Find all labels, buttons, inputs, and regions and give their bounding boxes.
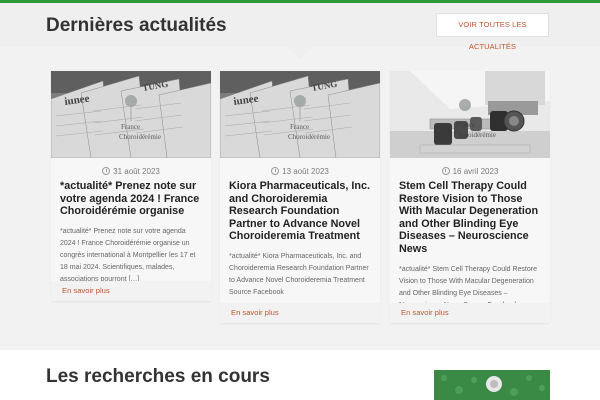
svg-text:Choroidérémie: Choroidérémie bbox=[288, 133, 330, 141]
article-date-text: 16 avril 2023 bbox=[452, 167, 499, 176]
clock-icon bbox=[441, 167, 450, 175]
news-header: Dernières actualités VOIR TOUTES LES ACT… bbox=[0, 3, 600, 51]
card-body: 13 août 2023 Kiora Pharmaceuticals, Inc.… bbox=[220, 158, 380, 303]
article-excerpt: *actualité* Kiora Pharmaceuticals, Inc. … bbox=[229, 252, 369, 297]
article-title[interactable]: Kiora Pharmaceuticals, Inc. and Choroide… bbox=[229, 180, 371, 243]
svg-text:France: France bbox=[456, 121, 475, 129]
news-section: Dernières actualités VOIR TOUTES LES ACT… bbox=[0, 3, 600, 350]
research-section-title: Les recherches en cours bbox=[46, 366, 270, 387]
card-body: 16 avril 2023 Stem Cell Therapy Could Re… bbox=[390, 158, 550, 309]
microscope-image[interactable]: France Choroidérémie bbox=[390, 71, 550, 158]
article-date-text: 31 août 2023 bbox=[113, 167, 160, 176]
newspapers-image[interactable]: iunee TUNG France Choroidérémie bbox=[220, 71, 380, 158]
svg-text:Choroidérémie: Choroidérémie bbox=[119, 133, 161, 141]
header-pointer bbox=[287, 47, 313, 59]
research-section: Les recherches en cours bbox=[0, 350, 600, 400]
svg-text:Choroidérémie: Choroidérémie bbox=[454, 131, 496, 139]
read-more-link[interactable]: En savoir plus bbox=[390, 303, 550, 323]
article-date-text: 13 août 2023 bbox=[282, 167, 329, 176]
news-card: iunee TUNG France Choroidérémie 13 août … bbox=[220, 71, 380, 323]
article-date: 16 avril 2023 bbox=[399, 158, 541, 180]
read-more-link[interactable]: En savoir plus bbox=[51, 281, 211, 301]
clock-icon bbox=[271, 167, 280, 175]
article-title[interactable]: *actualité* Prenez note sur votre agenda… bbox=[60, 180, 202, 218]
see-all-news-button[interactable]: VOIR TOUTES LES ACTUALITÉS bbox=[436, 13, 549, 51]
news-card: iunee TUNG France Choroidérémie 31 août … bbox=[51, 71, 211, 301]
read-more-link[interactable]: En savoir plus bbox=[220, 303, 380, 323]
article-date: 13 août 2023 bbox=[229, 158, 371, 180]
news-card: France Choroidérémie 16 avril 2023 Stem … bbox=[390, 71, 550, 323]
article-excerpt: *actualité* Prenez note sur votre agenda… bbox=[60, 227, 196, 284]
article-date: 31 août 2023 bbox=[60, 158, 202, 180]
svg-text:France: France bbox=[290, 123, 309, 131]
research-green-image[interactable] bbox=[434, 370, 550, 400]
news-section-title: Dernières actualités bbox=[46, 15, 227, 36]
clock-icon bbox=[102, 167, 111, 175]
svg-text:France: France bbox=[121, 123, 140, 131]
newspapers-image[interactable]: iunee TUNG France Choroidérémie bbox=[51, 71, 211, 158]
card-body: 31 août 2023 *actualité* Prenez note sur… bbox=[51, 158, 211, 283]
article-title[interactable]: Stem Cell Therapy Could Restore Vision t… bbox=[399, 180, 541, 256]
